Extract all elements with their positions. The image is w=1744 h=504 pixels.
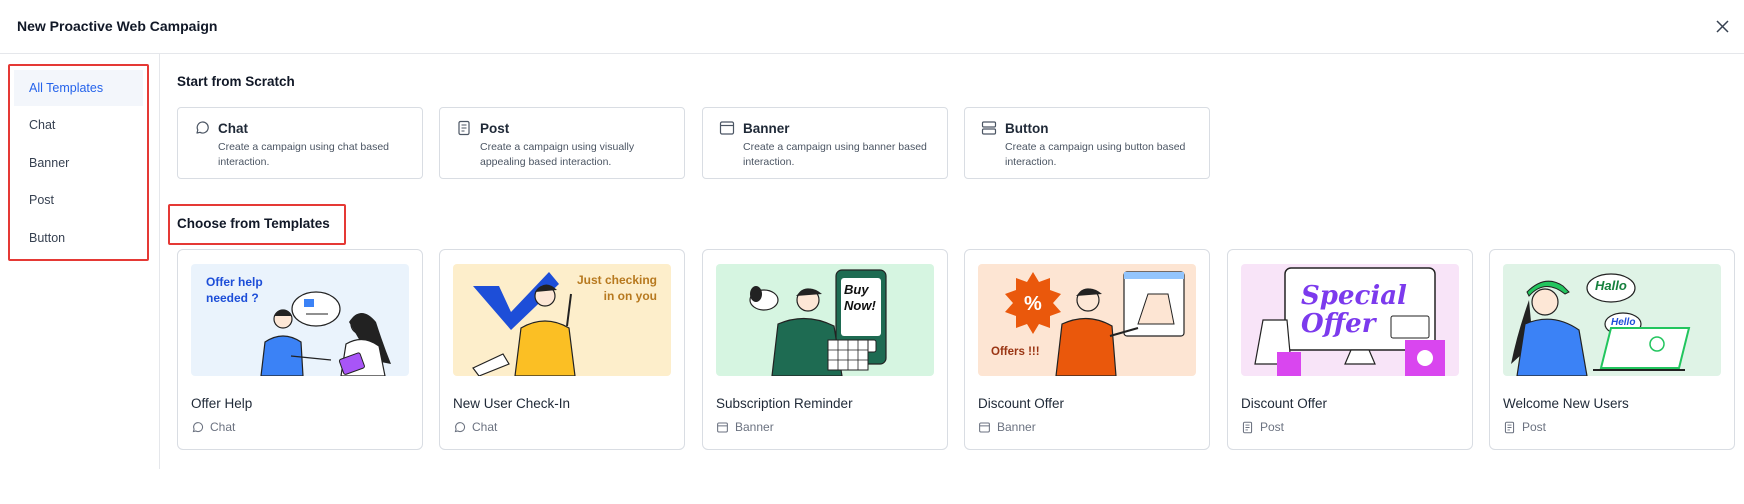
sidebar-item-post[interactable]: Post	[14, 182, 143, 218]
template-name: Subscription Reminder	[716, 396, 853, 411]
button-icon	[981, 121, 997, 135]
template-type-label: Banner	[735, 420, 774, 434]
template-card-offer-help[interactable]: Offer help needed ? Offer Help Chat	[177, 249, 423, 450]
chat-icon	[192, 421, 203, 432]
scratch-card-title: Chat	[218, 121, 248, 136]
template-type: Chat	[453, 420, 497, 434]
sidebar: All Templates Chat Banner Post Button	[0, 54, 160, 469]
scratch-card-post[interactable]: Post Create a campaign using visually ap…	[439, 107, 685, 179]
modal-header: New Proactive Web Campaign	[0, 0, 1744, 54]
banner-icon	[719, 121, 735, 135]
post-icon	[1242, 421, 1253, 433]
thumbnail-caption: Hallo	[1595, 278, 1627, 293]
template-thumbnail: Special Offer	[1241, 264, 1459, 376]
template-type: Post	[1503, 420, 1546, 434]
svg-text:%: %	[1024, 293, 1042, 315]
sidebar-item-chat[interactable]: Chat	[14, 107, 143, 143]
template-type-label: Banner	[997, 420, 1036, 434]
scratch-card-description: Create a campaign using button based int…	[1005, 141, 1186, 168]
template-type: Chat	[191, 420, 235, 434]
template-type-label: Post	[1260, 420, 1285, 434]
scratch-card-description: Create a campaign using chat based inter…	[218, 141, 390, 168]
sidebar-item-all-templates[interactable]: All Templates	[14, 70, 143, 106]
scratch-card-description: Create a campaign using banner based int…	[743, 141, 927, 168]
post-icon	[458, 120, 470, 136]
template-name: New User Check-In	[453, 396, 571, 411]
scratch-card-title: Post	[480, 121, 510, 136]
chat-icon	[196, 121, 209, 134]
chat-icon	[454, 421, 465, 432]
subscription-illustration	[749, 269, 887, 376]
check-in-illustration	[472, 272, 576, 376]
thumbnail-caption: Special Offer	[1301, 281, 1407, 339]
close-button[interactable]	[1712, 16, 1732, 36]
template-name: Discount Offer	[978, 396, 1065, 411]
scratch-heading: Start from Scratch	[177, 74, 295, 89]
template-card-discount-offer-post[interactable]: Special Offer Discount Offer Post	[1227, 249, 1473, 450]
sidebar-highlight-box: All Templates Chat Banner Post Button	[8, 64, 149, 261]
thumbnail-caption: Offers !!!	[991, 346, 1040, 358]
post-icon	[1504, 421, 1515, 433]
template-type: Banner	[716, 420, 774, 434]
scratch-card-title: Banner	[743, 121, 790, 136]
template-thumbnail: Hallo Hello	[1503, 264, 1721, 376]
template-type: Banner	[978, 420, 1036, 434]
modal-title: New Proactive Web Campaign	[17, 18, 218, 34]
banner-icon	[979, 422, 990, 432]
template-thumbnail: % Offers !!!	[978, 264, 1196, 376]
thumbnail-caption: Buy Now!	[844, 282, 876, 313]
sidebar-item-banner[interactable]: Banner	[14, 145, 143, 181]
template-card-new-user-check-in[interactable]: Just checking in on you New User Check-I…	[439, 249, 685, 450]
scratch-card-button[interactable]: Button Create a campaign using button ba…	[964, 107, 1210, 179]
template-type-label: Chat	[472, 420, 498, 434]
template-type-label: Post	[1522, 420, 1547, 434]
sidebar-item-button[interactable]: Button	[14, 220, 143, 256]
scratch-card-chat[interactable]: Chat Create a campaign using chat based …	[177, 107, 423, 179]
scratch-card-description: Create a campaign using visually appeali…	[480, 141, 635, 168]
template-name: Discount Offer	[1241, 396, 1328, 411]
template-thumbnail: Buy Now!	[716, 264, 934, 376]
template-card-discount-offer-banner[interactable]: % Offers !!! Discount Offer Banner	[964, 249, 1210, 450]
scratch-card-banner[interactable]: Banner Create a campaign using banner ba…	[702, 107, 948, 179]
template-name: Welcome New Users	[1503, 396, 1629, 411]
template-thumbnail: Just checking in on you	[453, 264, 671, 376]
offer-help-illustration	[260, 291, 391, 376]
templates-heading: Choose from Templates	[177, 216, 330, 231]
template-type: Post	[1241, 420, 1284, 434]
banner-icon	[717, 422, 728, 432]
template-type-label: Chat	[210, 420, 236, 434]
template-thumbnail: Offer help needed ?	[191, 264, 409, 376]
template-card-welcome-new-users[interactable]: Hallo Hello Welcome New Users Post	[1489, 249, 1735, 450]
template-name: Offer Help	[191, 396, 253, 411]
scratch-card-title: Button	[1005, 121, 1049, 136]
template-card-subscription-reminder[interactable]: Buy Now! Subscription Reminder Banner	[702, 249, 948, 450]
close-icon	[1715, 19, 1729, 33]
thumbnail-caption-secondary: Hello	[1611, 317, 1636, 328]
